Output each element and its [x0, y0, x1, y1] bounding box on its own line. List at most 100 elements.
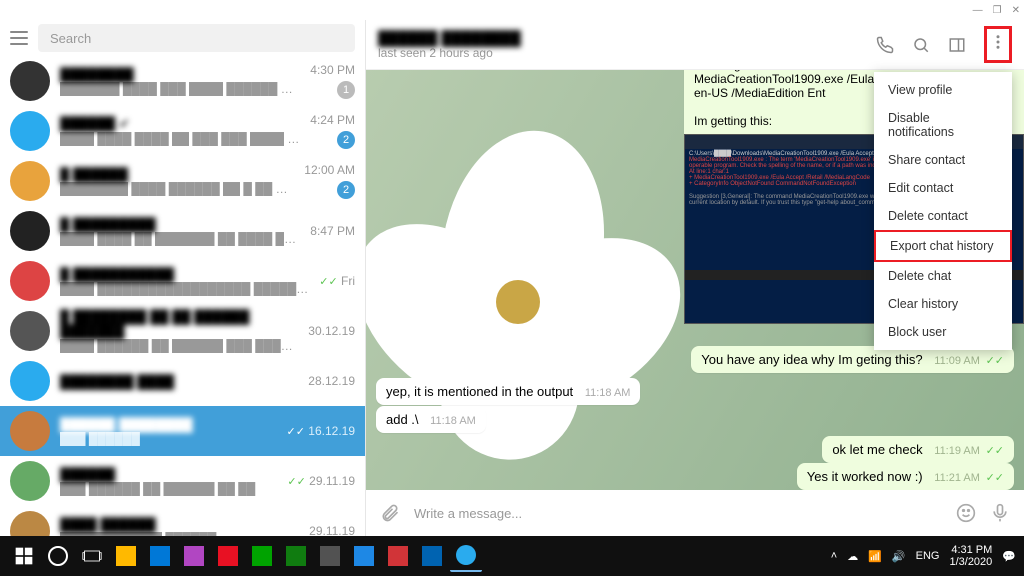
- chat-list-item[interactable]: █ ███████████ ████ ██████████████████ ██…: [0, 256, 365, 306]
- chat-list-item[interactable]: ██████ ███ ██████ ██ ██████ ██ ██ ✓✓ 29.…: [0, 456, 365, 506]
- chat-name: ██████: [60, 467, 277, 482]
- search-placeholder: Search: [50, 31, 91, 46]
- sidebar-header: Search: [0, 20, 365, 56]
- start-button[interactable]: [8, 540, 40, 572]
- tray-date[interactable]: 1/3/2020: [949, 556, 992, 568]
- menu-item-disable-notifications[interactable]: Disable notifications: [874, 104, 1012, 146]
- chat-list-item[interactable]: ██████ ✔ ████ ████ ████ ██ ███ ███ ████ …: [0, 106, 365, 156]
- chat-preview: ███████ ████ ███ ████ ██████ ██████ ██ +…: [60, 82, 300, 96]
- message-time: 11:19 AM: [934, 445, 980, 457]
- tray-language[interactable]: ENG: [916, 550, 940, 562]
- app-container: Search ████████ ███████ ████ ███ ████ ██…: [0, 20, 1024, 536]
- chat-name: ████████ ████: [60, 374, 298, 389]
- chat-list-item[interactable]: ██████ ████████ ███ ██████ ✓✓ 16.12.19: [0, 406, 365, 456]
- chat-name: ████ ██████: [60, 517, 299, 532]
- window-titlebar: — ❐ ✕: [0, 0, 1024, 20]
- avatar: [10, 111, 50, 151]
- app-icon[interactable]: [144, 540, 176, 572]
- menu-item-export-chat-history[interactable]: Export chat history: [874, 230, 1012, 262]
- tray-cloud-icon[interactable]: ☁: [847, 550, 858, 563]
- tray-chevron-icon[interactable]: ˄: [831, 550, 837, 562]
- windows-taskbar: ˄ ☁ 📶 🔊 ENG 4:31 PM 1/3/2020 💬: [0, 536, 1024, 576]
- message-time: 11:18 AM: [430, 415, 476, 427]
- close-button[interactable]: ✕: [1012, 5, 1020, 16]
- chat-preview: ████ ██████ ██ ██████ ███ ████ 🔥 ██ упаю…: [60, 339, 298, 353]
- avatar: [10, 461, 50, 501]
- app-icon[interactable]: [110, 540, 142, 572]
- chat-title[interactable]: ██████ ████████: [378, 30, 521, 46]
- chat-list[interactable]: ████████ ███████ ████ ███ ████ ██████ ██…: [0, 56, 365, 536]
- message-out[interactable]: You have any idea why Im geting this? 11…: [691, 346, 1014, 373]
- message-time: 11:09 AM: [934, 355, 980, 367]
- chat-preview: ███ ██████ ██ ██████ ██ ██: [60, 482, 277, 496]
- app-icon[interactable]: [280, 540, 312, 572]
- tray-volume-icon[interactable]: 🔊: [892, 550, 906, 563]
- taskview-icon[interactable]: [76, 540, 108, 572]
- app-icon[interactable]: [178, 540, 210, 572]
- call-icon[interactable]: [876, 36, 894, 54]
- chat-list-item[interactable]: ████████ ███████ ████ ███ ████ ██████ ██…: [0, 56, 365, 106]
- chat-list-item[interactable]: ████ ██████ ████████████ ██████ 29.11.19: [0, 506, 365, 536]
- chat-name: █ █████████: [60, 217, 300, 232]
- tray-time[interactable]: 4:31 PM: [949, 544, 992, 556]
- attach-icon[interactable]: [380, 503, 400, 523]
- menu-item-view-profile[interactable]: View profile: [874, 76, 1012, 104]
- tray-wifi-icon[interactable]: 📶: [868, 550, 882, 563]
- avatar: [10, 311, 50, 351]
- menu-item-edit-contact[interactable]: Edit contact: [874, 174, 1012, 202]
- message-text: ok let me check: [832, 442, 922, 457]
- app-icon[interactable]: [416, 540, 448, 572]
- chat-name: █ ███████████: [60, 267, 309, 282]
- chat-name: ██████ ✔: [60, 116, 300, 132]
- notification-icon[interactable]: 💬: [1002, 550, 1016, 563]
- microphone-icon[interactable]: [990, 503, 1010, 523]
- unread-badge: 1: [337, 81, 355, 99]
- hamburger-icon[interactable]: [10, 31, 28, 45]
- message-time: 11:21 AM: [934, 472, 980, 484]
- app-icon[interactable]: [348, 540, 380, 572]
- menu-item-clear-history[interactable]: Clear history: [874, 290, 1012, 318]
- message-out[interactable]: Yes it worked now :) 11:21 AM ✓✓: [797, 463, 1014, 490]
- message-text: add .\: [386, 412, 419, 427]
- chat-header: ██████ ████████ last seen 2 hours ago: [366, 20, 1024, 70]
- chat-list-item[interactable]: █ ████████ ██ ██ ██████ ███████ ████ ███…: [0, 306, 365, 356]
- chat-name: ██████ ████████: [60, 417, 277, 432]
- message-in[interactable]: yep, it is mentioned in the output 11:18…: [376, 378, 640, 405]
- app-icon[interactable]: [246, 540, 278, 572]
- chat-preview: ████████████ ██████: [60, 532, 299, 537]
- read-ticks-icon: ✓✓: [986, 355, 1004, 367]
- minimize-button[interactable]: —: [973, 5, 983, 16]
- sidebar-toggle-icon[interactable]: [948, 36, 966, 54]
- more-options-button[interactable]: [984, 26, 1012, 63]
- message-in[interactable]: add .\ 11:18 AM: [376, 406, 486, 433]
- menu-item-share-contact[interactable]: Share contact: [874, 146, 1012, 174]
- message-text: You have any idea why Im geting this?: [701, 352, 922, 367]
- app-icon[interactable]: [314, 540, 346, 572]
- menu-item-block-user[interactable]: Block user: [874, 318, 1012, 346]
- chat-list-item[interactable]: ████████ ████ 28.12.19: [0, 356, 365, 406]
- message-out[interactable]: ok let me check 11:19 AM ✓✓: [822, 436, 1014, 463]
- read-ticks-icon: ✓✓: [986, 472, 1004, 484]
- app-icon[interactable]: [382, 540, 414, 572]
- chat-status: last seen 2 hours ago: [378, 46, 521, 60]
- menu-item-delete-contact[interactable]: Delete contact: [874, 202, 1012, 230]
- sidebar: Search ████████ ███████ ████ ███ ████ ██…: [0, 20, 366, 536]
- message-input[interactable]: Write a message...: [414, 506, 942, 521]
- telegram-taskbar-icon[interactable]: [450, 540, 482, 572]
- chat-name: ████████: [60, 67, 300, 82]
- read-ticks-icon: ✓✓: [287, 476, 305, 488]
- menu-item-delete-chat[interactable]: Delete chat: [874, 262, 1012, 290]
- cortana-icon[interactable]: [42, 540, 74, 572]
- search-icon[interactable]: [912, 36, 930, 54]
- maximize-button[interactable]: ❐: [993, 5, 1002, 16]
- app-icon[interactable]: [212, 540, 244, 572]
- search-input[interactable]: Search: [38, 24, 355, 52]
- chat-list-item[interactable]: █ ██████ ████████ ████ ██████ ██ █ ██ █ …: [0, 156, 365, 206]
- unread-badge: 2: [337, 131, 355, 149]
- avatar: [10, 361, 50, 401]
- read-ticks-icon: ✓✓: [986, 445, 1004, 457]
- unread-badge: 2: [337, 181, 355, 199]
- chat-list-item[interactable]: █ █████████ ████ ████ ██ ███████ ██ ████…: [0, 206, 365, 256]
- emoji-icon[interactable]: [956, 503, 976, 523]
- message-text: Yes it worked now :): [807, 469, 923, 484]
